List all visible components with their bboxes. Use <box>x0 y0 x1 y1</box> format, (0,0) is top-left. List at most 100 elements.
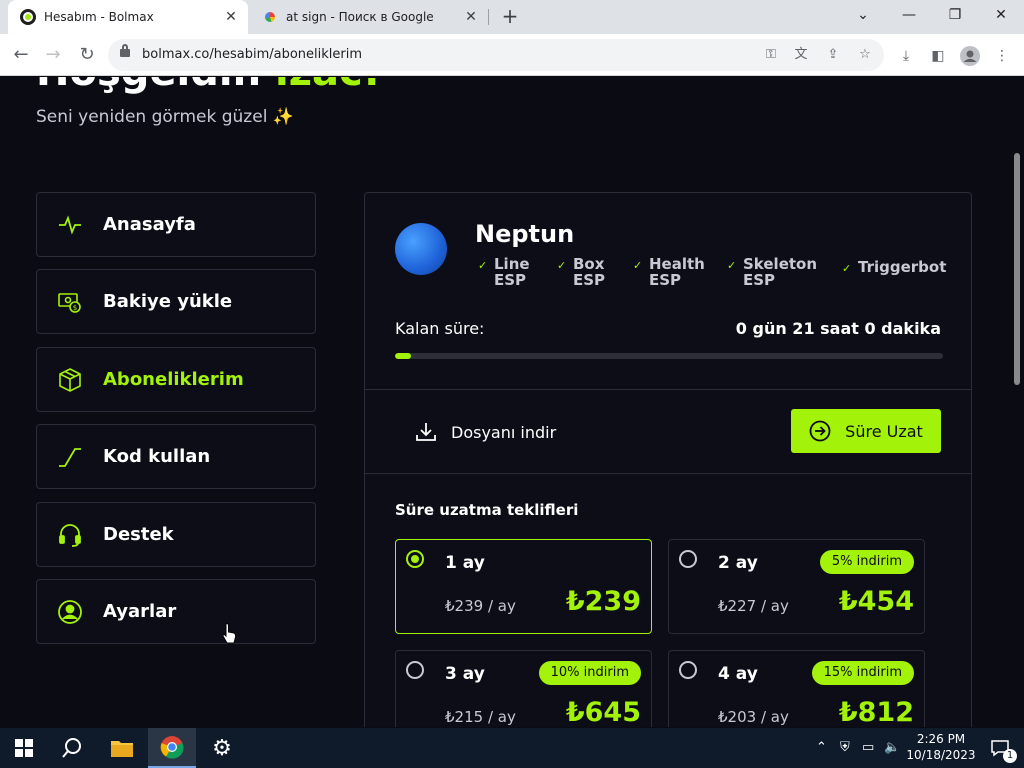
headset-icon <box>57 522 83 548</box>
user-icon <box>57 599 83 625</box>
start-button[interactable] <box>0 728 48 768</box>
extend-subscription-button[interactable]: Süre Uzat <box>791 409 941 453</box>
clock-date: 10/18/2023 <box>906 748 976 762</box>
restore-button[interactable]: ❐ <box>932 0 978 30</box>
chrome-icon <box>160 736 184 759</box>
file-explorer-button[interactable] <box>98 728 146 768</box>
feature-item: ✓ Triggerbot <box>842 258 947 276</box>
neptune-planet-icon <box>395 223 447 275</box>
offer-1-month[interactable]: 1 ay ₺239 / ay ₺239 <box>395 539 652 634</box>
tab-bolmax[interactable]: Hesabım - Bolmax ✕ <box>8 0 248 34</box>
address-bar[interactable]: bolmax.co/hesabim/aboneliklerim ⚿ 文 ⇪ ☆ <box>108 39 884 71</box>
translate-icon[interactable]: 文 <box>790 45 812 65</box>
product-name: Neptun <box>475 220 575 248</box>
tab-strip: Hesabım - Bolmax ✕ at sign - Поиск в Goo… <box>0 0 1024 34</box>
svg-text:$: $ <box>73 304 77 312</box>
url-text: bolmax.co/hesabim/aboneliklerim <box>142 47 363 62</box>
clock-time: 2:26 PM <box>916 732 966 746</box>
minimize-button[interactable]: — <box>886 0 932 30</box>
feature-item: ✓ Box ESP <box>557 255 606 289</box>
check-icon: ✓ <box>633 259 643 272</box>
volume-muted-icon[interactable]: 🔈 <box>884 740 900 755</box>
offer-total-price: ₺239 <box>565 586 641 617</box>
arrow-right-circle-icon <box>809 420 831 442</box>
browser-toolbar: ← → ↻ bolmax.co/hesabim/aboneliklerim ⚿ … <box>0 34 1024 76</box>
close-tab-icon[interactable]: ✕ <box>460 9 482 25</box>
offer-monthly-price: ₺239 / ay <box>445 597 516 615</box>
page-content: Hoşgeldin izac! Seni yeniden görmek güze… <box>0 77 1008 727</box>
close-window-button[interactable]: ✕ <box>978 0 1024 30</box>
offer-3-months[interactable]: 3 ay 10% indirim ₺215 / ay ₺645 <box>395 650 652 727</box>
sidebar-item-destek[interactable]: Destek <box>36 502 316 567</box>
tab-google[interactable]: at sign - Поиск в Google ✕ <box>252 0 488 34</box>
taskbar-clock[interactable]: 2:26 PM 10/18/2023 <box>906 731 976 763</box>
side-panel-icon[interactable]: ◧ <box>927 46 949 66</box>
gear-icon: ⚙ <box>212 735 232 761</box>
lock-icon[interactable] <box>120 44 130 57</box>
money-icon: $ <box>57 289 83 315</box>
windows-logo-icon <box>15 739 33 757</box>
bookmark-star-icon[interactable]: ☆ <box>854 45 876 65</box>
download-icon[interactable]: ⤓ <box>895 46 917 66</box>
sidebar-item-label: Aboneliklerim <box>103 369 244 390</box>
sidebar-item-bakiye[interactable]: $ Bakiye yükle <box>36 269 316 334</box>
forward-button[interactable]: → <box>40 42 66 68</box>
sidebar-item-aboneliklerim[interactable]: Aboneliklerim <box>36 347 316 412</box>
box-icon <box>57 367 83 393</box>
chrome-taskbar-button[interactable] <box>148 728 196 768</box>
welcome-prefix: Hoşgeldin <box>36 77 275 95</box>
reload-button[interactable]: ↻ <box>74 42 100 68</box>
check-icon: ✓ <box>842 262 852 275</box>
tab-search-icon[interactable]: ⌄ <box>840 0 886 30</box>
sidebar-item-label: Ayarlar <box>103 601 177 622</box>
tab-title: Hesabım - Bolmax <box>44 10 154 24</box>
new-tab-button[interactable]: + <box>498 4 522 28</box>
offer-radio[interactable] <box>406 661 424 679</box>
download-file-icon <box>416 423 436 441</box>
tray-chevron-icon[interactable]: ⌃ <box>816 740 827 755</box>
scrollbar-thumb[interactable] <box>1014 153 1020 385</box>
network-icon[interactable]: ▭ <box>862 740 874 755</box>
sidebar-item-kod-kullan[interactable]: Kod kullan <box>36 424 316 489</box>
offer-monthly-price: ₺215 / ay <box>445 708 516 726</box>
progress-fill <box>395 353 412 359</box>
security-icon[interactable]: ⛨ <box>840 740 850 755</box>
check-icon: ✓ <box>557 259 567 272</box>
profile-avatar-icon[interactable] <box>959 46 981 66</box>
search-button[interactable] <box>48 728 96 768</box>
offer-4-months[interactable]: 4 ay 15% indirim ₺203 / ay ₺812 <box>668 650 925 727</box>
offer-monthly-price: ₺203 / ay <box>718 708 789 726</box>
sidebar-item-label: Bakiye yükle <box>103 291 233 312</box>
discount-badge: 10% indirim <box>538 661 641 685</box>
offer-radio[interactable] <box>679 550 697 568</box>
key-icon[interactable]: ⚿ <box>760 45 782 65</box>
remaining-time-progress <box>395 353 943 359</box>
search-icon <box>62 738 81 758</box>
google-favicon-icon <box>262 9 278 25</box>
page-scrollbar[interactable] <box>1010 77 1024 727</box>
sidebar-item-ayarlar[interactable]: Ayarlar <box>36 579 316 644</box>
offer-radio[interactable] <box>679 661 697 679</box>
sidebar-item-anasayfa[interactable]: Anasayfa <box>36 192 316 257</box>
divider <box>365 473 971 474</box>
remaining-time-value: 0 gün 21 saat 0 dakika <box>735 319 941 338</box>
share-icon[interactable]: ⇪ <box>822 45 844 65</box>
settings-taskbar-button[interactable]: ⚙ <box>198 728 246 768</box>
divider <box>365 389 971 390</box>
feature-item: ✓ Health ESP <box>633 255 705 289</box>
close-tab-icon[interactable]: ✕ <box>220 9 242 25</box>
notification-center-button[interactable]: 1 <box>976 728 1024 768</box>
back-button[interactable]: ← <box>8 42 34 68</box>
code-icon <box>57 444 83 470</box>
offer-radio[interactable] <box>406 550 424 568</box>
offer-period: 4 ay <box>718 664 758 684</box>
bolmax-favicon-icon <box>20 9 36 25</box>
offer-2-months[interactable]: 2 ay 5% indirim ₺227 / ay ₺454 <box>668 539 925 634</box>
offer-period: 3 ay <box>445 664 485 684</box>
sidebar-item-label: Kod kullan <box>103 446 211 467</box>
offer-monthly-price: ₺227 / ay <box>718 597 789 615</box>
tab-title: at sign - Поиск в Google <box>286 10 434 24</box>
more-menu-icon[interactable]: ⋮ <box>991 46 1013 66</box>
sidebar-item-label: Anasayfa <box>103 214 196 235</box>
download-button[interactable]: Dosyanı indir <box>415 421 556 443</box>
